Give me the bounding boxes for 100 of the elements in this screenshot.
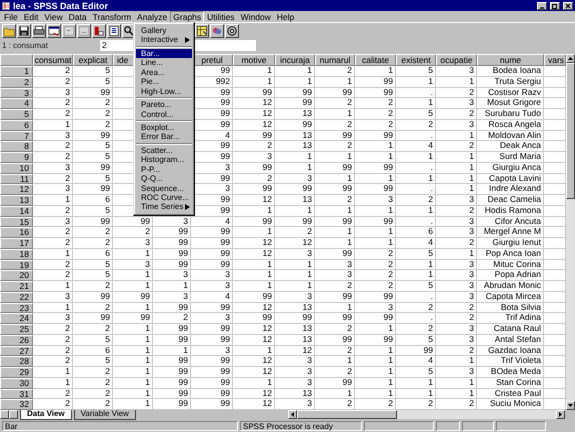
- table-cell: 1: [315, 388, 355, 400]
- table-cell: 2: [355, 270, 396, 281]
- table-cell: 2: [73, 281, 113, 292]
- table-cell: 5: [396, 109, 436, 120]
- table-cell: Deac Camelia: [477, 195, 544, 206]
- table-cell: Giurgiu Anca: [477, 162, 544, 174]
- table-cell: 13: [275, 130, 315, 142]
- table-cell: 2: [33, 174, 73, 184]
- table-cell: 2: [33, 324, 73, 335]
- table-cell: 3: [436, 367, 477, 378]
- table-cell: 1: [233, 260, 275, 270]
- table-cell: 3: [355, 195, 396, 206]
- table-cell: Cifor Ancuta: [477, 216, 544, 228]
- table-cell: 2: [355, 98, 396, 109]
- table-cell: 4: [396, 141, 436, 152]
- table-cell: 2: [73, 227, 113, 238]
- table-cell: 6: [73, 195, 113, 206]
- table-cell: 3: [436, 292, 477, 302]
- table-cell: 1: [396, 98, 436, 109]
- table-cell: 99: [153, 399, 191, 410]
- table-cell: Surd Maria: [477, 152, 544, 163]
- table-cell: 1: [113, 356, 153, 367]
- table-cell: 99: [153, 302, 191, 314]
- table-cell: 3: [275, 174, 315, 184]
- table-cell: 1: [275, 66, 315, 77]
- table-cell: 2: [436, 141, 477, 152]
- table-cell: 1: [113, 346, 153, 356]
- table-cell: 2: [436, 302, 477, 314]
- table-cell: 99: [153, 324, 191, 335]
- table-cell: 3: [33, 130, 73, 142]
- table-cell: 2: [73, 109, 113, 120]
- table-cell: Abrudan Monic: [477, 281, 544, 292]
- table-cell: 3: [436, 98, 477, 109]
- table-cell: 3: [436, 227, 477, 238]
- table-cell: 1: [33, 248, 73, 260]
- table-cell: 2: [396, 302, 436, 314]
- table-cell: 99: [355, 76, 396, 88]
- table-cell: 12: [275, 238, 315, 249]
- table-cell: 12: [233, 399, 275, 410]
- table-cell: 12: [275, 346, 315, 356]
- table-cell: 2: [73, 324, 113, 335]
- table-cell: 3: [191, 346, 233, 356]
- table-cell: 99: [315, 378, 355, 388]
- table-cell: 1: [113, 388, 153, 400]
- table-cell: 3: [33, 162, 73, 174]
- table-cell: 2: [355, 281, 396, 292]
- table-cell: 2: [315, 281, 355, 292]
- table-cell: 2: [33, 152, 73, 163]
- table-cell: Bota Silvia: [477, 302, 544, 314]
- table-cell: Stan Corina: [477, 378, 544, 388]
- table-cell: 99: [355, 334, 396, 346]
- table-cell: 3: [33, 313, 73, 324]
- table-cell: 12: [233, 324, 275, 335]
- table-cell: 2: [436, 238, 477, 249]
- table-cell: 3: [436, 334, 477, 346]
- table-cell: 1: [436, 356, 477, 367]
- table-cell: 1: [355, 174, 396, 184]
- table-cell: Cristea Paul: [477, 388, 544, 400]
- table-cell: 4: [191, 216, 233, 228]
- table-cell: 1: [355, 388, 396, 400]
- table-cell: 1: [355, 152, 396, 163]
- table-cell: .: [396, 184, 436, 195]
- table-cell: 1: [275, 76, 315, 88]
- table-cell: 1: [396, 270, 436, 281]
- table-cell: 13: [275, 388, 315, 400]
- table-cell: 99: [315, 334, 355, 346]
- table-cell: 12: [233, 334, 275, 346]
- table-cell: 99: [275, 313, 315, 324]
- table-cell: 1: [396, 388, 436, 400]
- table-cell: 2: [73, 238, 113, 249]
- table-cell: 3: [355, 302, 396, 314]
- table-cell: 1: [396, 152, 436, 163]
- table-cell: 12: [233, 195, 275, 206]
- table-cell: 3: [436, 216, 477, 228]
- table-cell: 99: [73, 88, 113, 98]
- table-cell: Truta Sergiu: [477, 76, 544, 88]
- table-cell: 5: [396, 367, 436, 378]
- table-cell: 1: [315, 109, 355, 120]
- table-cell: 2: [436, 313, 477, 324]
- table-cell: 99: [191, 248, 233, 260]
- table-cell: 1: [355, 66, 396, 77]
- table-cell: 99: [275, 184, 315, 195]
- table-cell: 1: [113, 248, 153, 260]
- table-cell: 3: [191, 270, 233, 281]
- table-cell: 5: [73, 206, 113, 216]
- table-cell: 2: [33, 270, 73, 281]
- table-cell: 13: [275, 302, 315, 314]
- table-cell: 5: [396, 334, 436, 346]
- table-cell: 2: [436, 109, 477, 120]
- table-cell: 3: [436, 195, 477, 206]
- table-cell: Surubaru Tudo: [477, 109, 544, 120]
- table-cell: 99: [275, 88, 315, 98]
- table-cell: Rosca Angela: [477, 120, 544, 130]
- table-cell: 2: [33, 346, 73, 356]
- table-cell: 99: [73, 130, 113, 142]
- table-cell: 2: [315, 120, 355, 130]
- table-cell: 1: [436, 76, 477, 88]
- table-cell: 2: [233, 174, 275, 184]
- table-cell: 2: [315, 195, 355, 206]
- table-cell: 3: [233, 152, 275, 163]
